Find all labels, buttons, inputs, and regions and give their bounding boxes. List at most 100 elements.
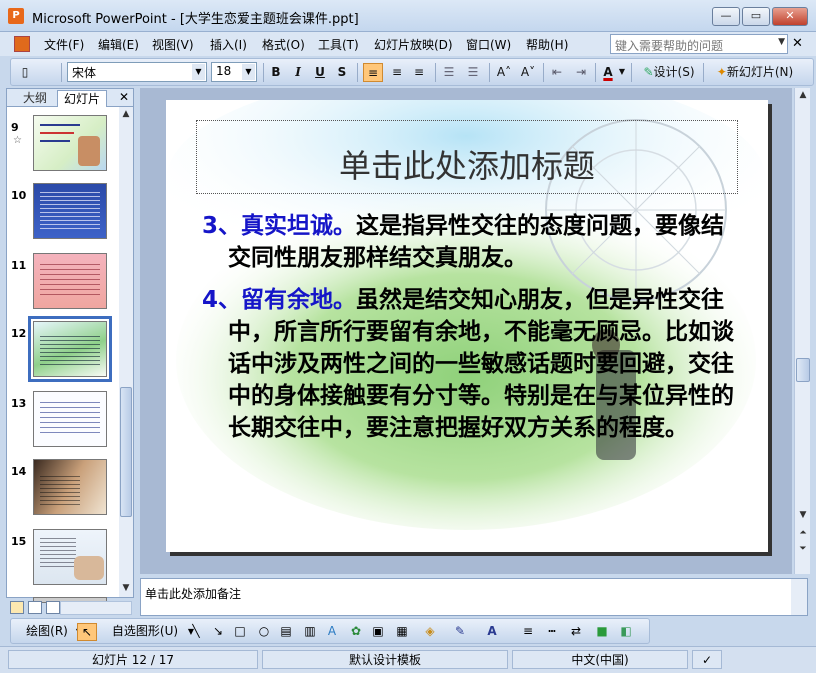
scroll-thumb[interactable] [796, 358, 810, 382]
picture-icon[interactable]: ▦ [393, 623, 411, 641]
menu-help[interactable]: 帮助(H) [526, 36, 568, 53]
font-name-combo[interactable]: 宋体 ▼ [67, 62, 207, 82]
animation-star-icon: ☆ [13, 135, 22, 146]
underline-button[interactable]: U [311, 63, 329, 82]
shadow-button[interactable]: S [333, 63, 351, 82]
slides-pane: 大纲 幻灯片 ✕ 9 ☆ 10 11 12 13 14 15 ▲ ▼ [6, 88, 134, 603]
design-label: 设计(S) [653, 65, 695, 79]
rectangle-tool-icon[interactable]: □ [231, 623, 249, 641]
autoshapes-menu-button[interactable]: 自选图形(U) [105, 623, 185, 641]
align-right-icon[interactable]: ≡ [409, 63, 429, 82]
oval-tool-icon[interactable]: ○ [255, 623, 273, 641]
align-left-icon[interactable]: ≡ [363, 63, 383, 82]
notes-scrollbar[interactable] [791, 579, 807, 615]
previous-slide-icon[interactable]: ⏶ [796, 526, 810, 540]
arrow-style-icon[interactable]: ⇄ [567, 623, 585, 641]
notes-pane[interactable]: 单击此处添加备注 [140, 578, 808, 616]
slide-thumbnail-13[interactable] [33, 391, 107, 447]
document-close-button[interactable]: ✕ [792, 36, 803, 51]
menu-format[interactable]: 格式(O) [262, 36, 305, 53]
notes-placeholder: 单击此处添加备注 [145, 587, 242, 601]
slide-thumbnail-15[interactable] [33, 529, 107, 585]
design-button[interactable]: ✎设计(S) [637, 63, 701, 82]
line-color-icon[interactable]: ✎ [451, 623, 469, 641]
increase-font-icon[interactable]: A˄ [493, 63, 515, 82]
menu-file[interactable]: 文件(F) [44, 36, 84, 53]
numbered-list-icon[interactable]: ☰ [439, 63, 459, 82]
vertical-textbox-tool-icon[interactable]: ▥ [301, 623, 319, 641]
bullet-list-icon[interactable]: ☰ [463, 63, 483, 82]
shadow-style-icon[interactable]: ■ [593, 623, 611, 641]
next-slide-icon[interactable]: ⏷ [796, 542, 810, 556]
font-color-button[interactable]: A [599, 63, 617, 82]
scroll-up-icon[interactable]: ▲ [119, 107, 133, 121]
spelling-check-icon[interactable]: ✓ [692, 650, 722, 669]
draw-menu-button[interactable]: 绘图(R) [19, 623, 75, 641]
slide-body-text[interactable]: 3、真实坦诚。这是指异性交往的态度问题，要像结交同性朋友那样结交真朋友。 4、留… [202, 210, 738, 444]
pane-horizontal-scrollbar[interactable] [60, 601, 132, 615]
pane-close-button[interactable]: ✕ [119, 90, 129, 104]
slide-thumbnail-11[interactable] [33, 253, 107, 309]
paragraph-1-lead: 3、真实坦诚。 [202, 213, 357, 239]
slide-number-13: 13 [11, 397, 27, 410]
minimize-button[interactable]: — [712, 7, 740, 26]
menu-edit[interactable]: 编辑(E) [98, 36, 139, 53]
paragraph-1: 3、真实坦诚。这是指异性交往的态度问题，要像结交同性朋友那样结交真朋友。 [202, 210, 738, 274]
chevron-down-icon[interactable]: ▼ [778, 37, 785, 47]
scroll-up-icon[interactable]: ▲ [796, 88, 810, 102]
italic-button[interactable]: I [289, 63, 307, 82]
chevron-down-icon[interactable]: ▼ [617, 63, 627, 82]
maximize-button[interactable]: ▭ [742, 7, 770, 26]
textbox-tool-icon[interactable]: ▤ [277, 623, 295, 641]
slide-vertical-scrollbar[interactable]: ▲ ▼ ⏶ ⏷ [794, 88, 810, 574]
bold-button[interactable]: B [267, 63, 285, 82]
fill-color-icon[interactable]: ◈ [421, 623, 439, 641]
tab-slides[interactable]: 幻灯片 [57, 90, 108, 107]
scroll-down-icon[interactable]: ▼ [119, 581, 133, 595]
3d-style-icon[interactable]: ◧ [617, 623, 635, 641]
decrease-font-icon[interactable]: A˅ [517, 63, 539, 82]
menu-tools[interactable]: 工具(T) [318, 36, 359, 53]
chevron-down-icon[interactable]: ▼ [242, 64, 255, 80]
normal-view-icon[interactable] [10, 601, 24, 614]
slide-canvas[interactable]: 单击此处添加标题 3、真实坦诚。这是指异性交往的态度问题，要像结交同性朋友那样结… [166, 100, 768, 552]
chevron-down-icon[interactable]: ▼ [192, 64, 205, 80]
wordart-icon[interactable]: A [323, 623, 341, 641]
slide-thumbnail-9[interactable] [33, 115, 107, 171]
window-title: Microsoft PowerPoint - [大学生恋爱主题班会课件.ppt] [32, 12, 359, 27]
new-document-icon[interactable]: ▯ [17, 63, 33, 82]
increase-indent-icon[interactable]: ⇥ [571, 63, 591, 82]
dash-style-icon[interactable]: ┅ [543, 623, 561, 641]
decrease-indent-icon[interactable]: ⇤ [547, 63, 567, 82]
slide-thumbnail-10[interactable] [33, 183, 107, 239]
diagram-icon[interactable]: ✿ [347, 623, 365, 641]
menu-slideshow[interactable]: 幻灯片放映(D) [374, 36, 453, 53]
slideshow-view-icon[interactable] [46, 601, 60, 614]
title-placeholder[interactable]: 单击此处添加标题 [196, 120, 738, 194]
title-bar: P Microsoft PowerPoint - [大学生恋爱主题班会课件.pp… [0, 0, 816, 32]
line-tool-icon[interactable]: ╲ [187, 623, 205, 641]
menu-insert[interactable]: 插入(I) [210, 36, 247, 53]
scroll-thumb[interactable] [120, 387, 132, 517]
slide-thumbnail-12[interactable] [28, 316, 112, 382]
close-button[interactable]: ✕ [772, 7, 808, 26]
text-color-icon[interactable]: A [483, 623, 501, 641]
help-search-placeholder: 键入需要帮助的问题 [615, 39, 724, 53]
menu-view[interactable]: 视图(V) [152, 36, 194, 53]
align-center-icon[interactable]: ≡ [387, 63, 407, 82]
select-pointer-icon[interactable]: ↖ [77, 623, 97, 641]
arrow-tool-icon[interactable]: ↘ [209, 623, 227, 641]
slide-sorter-view-icon[interactable] [28, 601, 42, 614]
clipart-icon[interactable]: ▣ [369, 623, 387, 641]
tab-outline[interactable]: 大纲 [17, 90, 53, 107]
line-style-icon[interactable]: ≡ [519, 623, 537, 641]
slide-thumbnail-14[interactable] [33, 459, 107, 515]
font-size-combo[interactable]: 18 ▼ [211, 62, 257, 82]
help-search-input[interactable]: 键入需要帮助的问题 ▼ [610, 34, 788, 54]
document-icon[interactable] [14, 36, 30, 52]
new-slide-button[interactable]: ✦新幻灯片(N) [707, 63, 803, 82]
scroll-down-icon[interactable]: ▼ [796, 508, 810, 522]
slides-pane-scrollbar[interactable]: ▲ ▼ [119, 107, 133, 597]
slide-number-15: 15 [11, 535, 27, 548]
menu-window[interactable]: 窗口(W) [466, 36, 511, 53]
